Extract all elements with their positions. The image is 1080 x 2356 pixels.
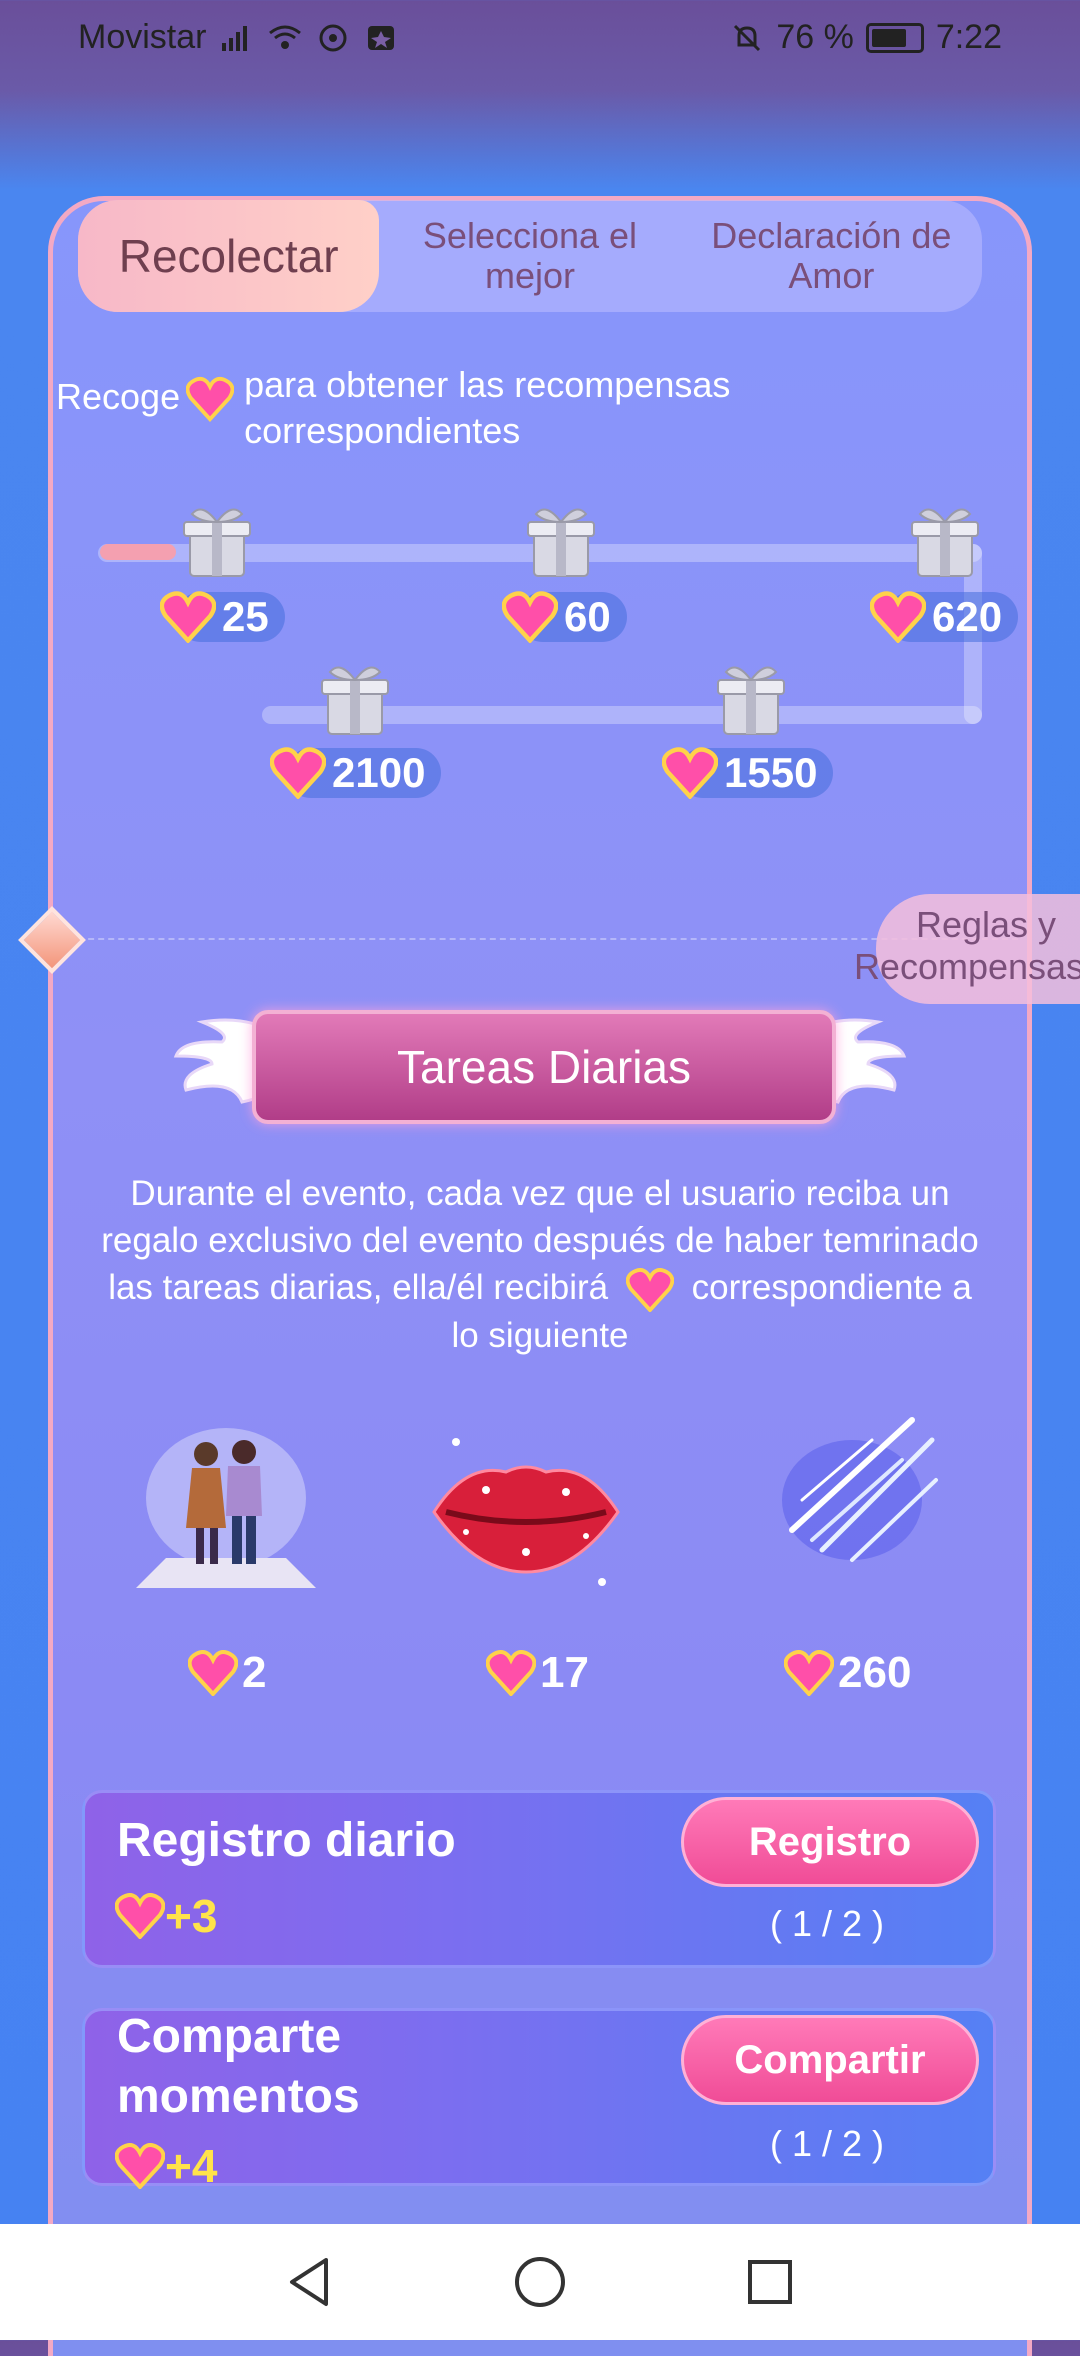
milestone-value: 620 (869, 591, 1019, 644)
heart-icon (114, 1893, 166, 1940)
collect-text-before: Recoge (56, 376, 181, 417)
recent-apps-icon[interactable] (740, 2252, 800, 2312)
heart-icon (114, 2143, 166, 2190)
gift-value: 260 (783, 1648, 911, 1698)
gift-box-icon (911, 508, 979, 577)
tab-bar: Recolectar Selecciona el mejor Declaraci… (78, 200, 982, 312)
gift-box-icon (717, 666, 785, 735)
meteor-shower-gift-icon (782, 1417, 938, 1562)
milestone-value: 25 (159, 591, 285, 644)
task-title: Registro diario (117, 1814, 456, 1867)
heart-icon (501, 591, 559, 644)
heart-icon (485, 1650, 537, 1697)
task-progress-count: ( 1 / 2 ) (769, 2123, 885, 2164)
rules-and-rewards-button[interactable]: Reglas y Recompensas (854, 894, 1080, 1004)
task-reward: +3 (114, 1889, 217, 1943)
registro-button[interactable]: Registro (681, 1797, 979, 1887)
tab-recolectar[interactable]: Recolectar (78, 200, 380, 312)
gift-value: 2 (187, 1648, 266, 1698)
task-title: Comparte momentos (117, 2010, 360, 2123)
gift-box-icon (321, 666, 389, 735)
couple-gift-icon (136, 1428, 316, 1588)
battery-icon (865, 22, 924, 53)
gift-box-icon (183, 508, 251, 577)
task-reward: +4 (114, 2139, 217, 2193)
task-progress-count: ( 1 / 2 ) (769, 1903, 885, 1944)
task-card-compartir: Comparte momentos +4 Compartir ( 1 / 2 ) (82, 2008, 996, 2192)
compartir-button[interactable]: Compartir (681, 2015, 979, 2105)
heart-icon (625, 1267, 675, 1313)
heart-icon (661, 747, 719, 800)
milestone-value: 2100 (269, 747, 442, 800)
heart-icon (869, 591, 927, 644)
task-card-registro: Registro diario +3 Registro ( 1 / 2 ) (82, 1790, 996, 1968)
tab-declaracion-de-amor[interactable]: Declaración de Amor (681, 200, 982, 312)
clock: 7:22 (935, 18, 1002, 56)
daily-tasks-description: Durante el evento, cada vez que el usuar… (101, 1174, 979, 1355)
section-divider (58, 938, 1018, 940)
tab-selecciona-el-mejor[interactable]: Selecciona el mejor (379, 200, 680, 312)
signal-icon (222, 25, 248, 51)
daily-tasks-title: Tareas Diarias (252, 1010, 836, 1124)
system-navigation-bar (0, 2224, 1080, 2340)
back-icon[interactable] (280, 2252, 340, 2312)
heart-icon (269, 747, 327, 800)
heart-icon (783, 1650, 835, 1697)
heart-icon (185, 376, 235, 423)
carrier-name: Movistar (78, 18, 207, 56)
heart-icon (159, 591, 217, 644)
whatsapp-icon (319, 24, 347, 51)
app-notification-icon (368, 25, 395, 50)
collect-instruction: Recoge para obtener las recompensas corr… (56, 362, 844, 454)
milestone-value: 60 (501, 591, 627, 644)
bell-muted-icon (734, 24, 761, 51)
wifi-icon (269, 25, 302, 49)
battery-percent: 76 % (776, 18, 854, 56)
status-bar: Movistar 76 % 7:22 (0, 0, 1080, 80)
heart-icon (187, 1650, 239, 1697)
home-icon[interactable] (510, 2252, 570, 2312)
collect-text-after: para obtener las recompensas correspondi… (244, 364, 731, 451)
progress-fill (100, 544, 176, 560)
gift-value: 17 (485, 1648, 589, 1698)
lips-gift-icon (432, 1438, 620, 1586)
gift-box-icon (527, 508, 595, 577)
milestone-value: 1550 (661, 747, 834, 800)
